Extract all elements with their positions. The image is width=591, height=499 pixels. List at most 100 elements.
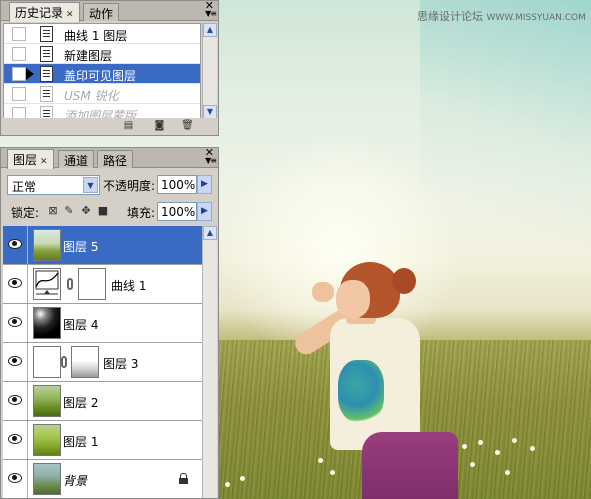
mask-link-icon[interactable] [67, 278, 73, 290]
trash-icon[interactable]: 🗑 [181, 120, 194, 132]
history-state-icon [40, 86, 53, 102]
scroll-up-icon[interactable]: ▲ [203, 23, 217, 37]
opacity-input[interactable]: 100% [157, 175, 197, 194]
tab-history[interactable]: 历史记录 ✕ [9, 2, 80, 22]
scroll-down-icon[interactable]: ▼ [203, 105, 217, 119]
layer-row-layer-4[interactable]: 图层 4 [3, 304, 202, 343]
watermark-text: 思缘设计论坛 [417, 10, 483, 23]
lock-all-icon[interactable]: ■ [97, 205, 109, 217]
layer-name[interactable]: 曲线 1 [111, 277, 146, 294]
eye-icon[interactable] [8, 434, 22, 444]
layer-mask-thumbnail[interactable] [71, 346, 99, 378]
history-list: 曲线 1 图层 新建图层 盖印可见图层 USM 锐化 添加图层蒙版 [3, 23, 201, 119]
history-tabbar: 历史记录 ✕ 动作 ✕ ▼≡ [1, 0, 218, 22]
layer-row-curves-1[interactable]: 曲线 1 [3, 265, 202, 304]
history-brush-source-box[interactable] [12, 27, 26, 41]
history-state-icon [40, 66, 53, 82]
history-item[interactable]: 新建图层 [4, 44, 200, 64]
scroll-up-icon[interactable]: ▲ [203, 226, 217, 240]
layers-scrollbar[interactable]: ▲ [202, 226, 217, 498]
eye-icon[interactable] [8, 395, 22, 405]
lock-position-icon[interactable]: ✥ [80, 205, 92, 217]
sky-haze [420, 0, 591, 260]
snapshot-camera-icon[interactable]: ◙ [153, 120, 166, 132]
history-panel: 历史记录 ✕ 动作 ✕ ▼≡ 曲线 1 图层 新建图层 盖印可见图层 USM 锐化 [0, 0, 219, 136]
eye-icon[interactable] [8, 239, 22, 249]
tab-close-icon[interactable]: ✕ [66, 10, 74, 20]
panel-menu-icon[interactable]: ▼≡ [205, 156, 217, 165]
history-item[interactable]: USM 锐化 [4, 84, 200, 104]
eye-icon[interactable] [8, 317, 22, 327]
opacity-value: 100% [161, 178, 196, 192]
tab-actions[interactable]: 动作 [83, 3, 120, 21]
history-brush-source-box[interactable] [12, 47, 26, 61]
layer-row-layer-3[interactable]: 图层 3 [3, 343, 202, 382]
tab-channels-label: 通道 [64, 154, 89, 168]
layer-thumbnail [33, 307, 61, 339]
history-brush-source-box[interactable] [12, 87, 26, 101]
layer-name[interactable]: 图层 4 [63, 316, 98, 333]
tab-channels[interactable]: 通道 [58, 150, 95, 168]
tab-layers[interactable]: 图层 ✕ [7, 149, 54, 169]
fill-label: 填充: [127, 206, 156, 220]
divider [27, 421, 28, 459]
history-scrollbar[interactable]: ▲ ▼ [202, 23, 217, 119]
tab-layers-label: 图层 [13, 153, 38, 167]
history-brush-source-box[interactable] [12, 67, 26, 81]
girl-face [336, 280, 370, 318]
blend-mode-select[interactable]: 正常 ▼ [7, 175, 100, 195]
layer-mask-thumbnail[interactable] [78, 268, 106, 300]
history-item[interactable]: 添加图层蒙版 [4, 104, 200, 118]
girl-skirt [362, 432, 458, 499]
tab-paths[interactable]: 路径 [97, 150, 134, 168]
layer-row-layer-1[interactable]: 图层 1 [3, 421, 202, 460]
girl-hair-bun [392, 268, 416, 294]
history-state-icon [40, 46, 53, 62]
watermark-url: WWW.MISSYUAN.COM [486, 13, 586, 23]
layer-row-layer-2[interactable]: 图层 2 [3, 382, 202, 421]
girl-hand [312, 282, 334, 302]
layer-thumbnail [33, 346, 61, 378]
lock-image-pixels-icon[interactable]: ✎ [63, 205, 75, 217]
lock-transparent-pixels-icon[interactable]: ⊠ [47, 205, 59, 217]
tab-paths-label: 路径 [103, 154, 128, 168]
chevron-down-icon[interactable]: ▼ [83, 177, 98, 193]
fill-slider-arrow-icon[interactable]: ▶ [197, 202, 212, 221]
layer-name[interactable]: 图层 3 [103, 355, 138, 372]
new-document-from-state-icon[interactable]: ▤ [122, 120, 135, 132]
layer-name[interactable]: 背景 [63, 472, 87, 489]
tab-close-icon[interactable]: ✕ [40, 157, 48, 167]
history-item[interactable]: 曲线 1 图层 [4, 24, 200, 44]
layer-row-layer-5[interactable]: 图层 5 [3, 226, 202, 265]
divider [27, 226, 28, 264]
curves-adjustment-icon [33, 268, 61, 300]
eye-icon[interactable] [8, 356, 22, 366]
history-pointer-icon [26, 68, 34, 80]
blend-mode-value: 正常 [12, 180, 37, 194]
layer-name[interactable]: 图层 5 [63, 238, 98, 255]
mask-link-icon[interactable] [61, 356, 67, 368]
lock-icon [179, 473, 188, 484]
opacity-slider-arrow-icon[interactable]: ▶ [197, 175, 212, 194]
history-item-label: 新建图层 [64, 49, 113, 63]
eye-icon[interactable] [8, 473, 22, 483]
history-bottom-bar: ▤ ◙ 🗑 [1, 118, 218, 135]
divider [27, 304, 28, 342]
layer-name[interactable]: 图层 2 [63, 394, 98, 411]
fill-input[interactable]: 100% [157, 202, 197, 221]
divider [27, 265, 28, 303]
history-item-label: 曲线 1 图层 [64, 29, 128, 43]
layer-row-background[interactable]: 背景 [3, 460, 202, 498]
panel-menu-icon[interactable]: ▼≡ [205, 9, 217, 18]
layer-name[interactable]: 图层 1 [63, 433, 98, 450]
curve-graph-icon [35, 270, 59, 295]
shirt-print [338, 360, 384, 422]
tab-actions-label: 动作 [89, 7, 114, 21]
layer-thumbnail [33, 463, 61, 495]
divider [27, 460, 28, 498]
history-state-icon [40, 26, 53, 42]
layer-thumbnail [33, 424, 61, 456]
eye-icon[interactable] [8, 278, 22, 288]
layers-panel: 图层 ✕ 通道 路径 ✕ ▼≡ 正常 ▼ 不透明度: 100% ▶ 锁定: ⊠ ✎… [0, 146, 219, 499]
history-item-selected[interactable]: 盖印可见图层 [4, 64, 200, 84]
